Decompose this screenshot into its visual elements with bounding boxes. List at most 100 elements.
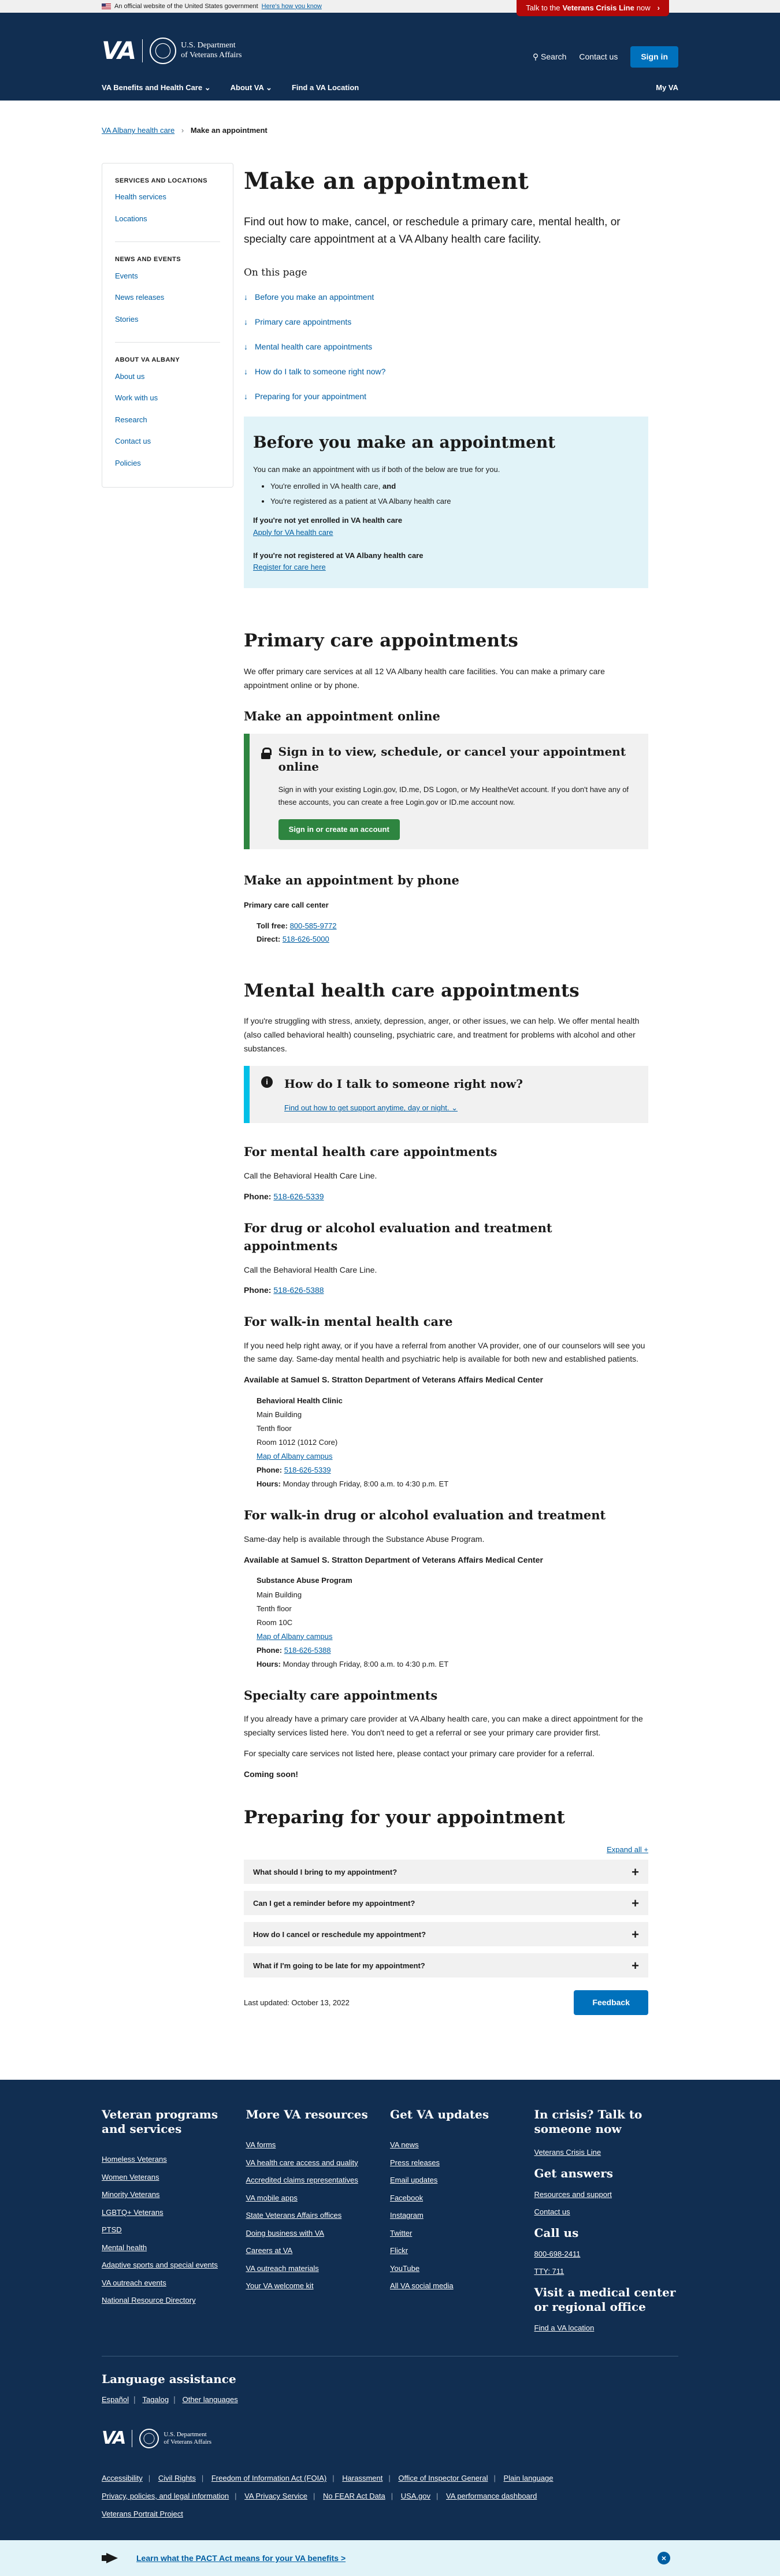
sidebar-item-policies[interactable]: Policies xyxy=(115,458,220,469)
accordion-item[interactable]: What should I bring to my appointment? + xyxy=(244,1860,648,1884)
register-care-link[interactable]: Register for care here xyxy=(253,563,326,571)
accordion-item[interactable]: Can I get a reminder before my appointme… xyxy=(244,1891,648,1916)
footer-link[interactable]: Instagram xyxy=(390,2210,534,2221)
jump-link[interactable]: ↓ Before you make an appointment xyxy=(244,291,648,303)
campus-map-link[interactable]: Map of Albany campus xyxy=(257,1632,333,1641)
search-button[interactable]: ⚲ Search xyxy=(533,51,567,63)
footer-link[interactable]: Your VA welcome kit xyxy=(246,2280,391,2292)
crisis-line-tab[interactable]: Talk to the Veterans Crisis Line now › xyxy=(517,0,669,16)
footer-link[interactable]: Email updates xyxy=(390,2174,534,2186)
drug-phone-link[interactable]: 518-626-5388 xyxy=(273,1285,324,1295)
footer-bottom-link[interactable]: Plain language xyxy=(504,2474,554,2482)
language-link[interactable]: Other languages xyxy=(183,2395,238,2404)
footer-link[interactable]: Mental health xyxy=(102,2242,246,2254)
footer-link[interactable]: LGBTQ+ Veterans xyxy=(102,2207,246,2218)
footer-link[interactable]: Resources and support xyxy=(534,2189,679,2200)
pact-act-link[interactable]: Learn what the PACT Act means for your V… xyxy=(136,2552,346,2564)
footer-link[interactable]: VA outreach events xyxy=(102,2277,246,2289)
footer-phone-link[interactable]: 800-698-2411 xyxy=(534,2248,679,2260)
footer-link[interactable]: Contact us xyxy=(534,2206,679,2218)
sign-in-button[interactable]: Sign in xyxy=(630,46,678,68)
jump-link[interactable]: ↓ Primary care appointments xyxy=(244,316,648,328)
footer-link[interactable]: PTSD xyxy=(102,2224,246,2236)
footer-bottom-link[interactable]: No FEAR Act Data xyxy=(323,2492,385,2500)
jump-link[interactable]: ↓ How do I talk to someone right now? xyxy=(244,366,648,378)
footer-link[interactable]: Minority Veterans xyxy=(102,2189,246,2200)
sidebar-item-about-us[interactable]: About us xyxy=(115,371,220,382)
footer-bottom-link[interactable]: Civil Rights xyxy=(158,2474,196,2482)
footer-crisis-link[interactable]: Veterans Crisis Line xyxy=(534,2147,679,2158)
nav-benefits-health-care[interactable]: VA Benefits and Health Care ⌄ xyxy=(102,82,211,94)
sidebar-item-events[interactable]: Events xyxy=(115,270,220,282)
footer-bottom-link[interactable]: VA performance dashboard xyxy=(446,2492,537,2500)
footer-link[interactable]: Homeless Veterans xyxy=(102,2154,246,2165)
toll-free-phone-link[interactable]: 800-585-9772 xyxy=(290,921,337,930)
va-logo[interactable]: VA U.S. Department of Veterans Affairs xyxy=(102,32,242,69)
footer-link[interactable]: Press releases xyxy=(390,2157,534,2169)
program-phone-link[interactable]: 518-626-5388 xyxy=(284,1646,331,1655)
sidebar-item-contact-us[interactable]: Contact us xyxy=(115,436,220,447)
footer-link[interactable]: VA mobile apps xyxy=(246,2192,391,2204)
footer-link[interactable]: All VA social media xyxy=(390,2280,534,2292)
footer-bottom-link[interactable]: Accessibility xyxy=(102,2474,143,2482)
footer-bottom-link[interactable]: Freedom of Information Act (FOIA) xyxy=(211,2474,326,2482)
footer-link[interactable]: Flickr xyxy=(390,2245,534,2257)
feedback-button[interactable]: Feedback xyxy=(574,1990,648,2016)
sidebar-item-news-releases[interactable]: News releases xyxy=(115,292,220,303)
footer-link[interactable]: VA forms xyxy=(246,2139,391,2151)
footer-link[interactable]: Women Veterans xyxy=(102,2172,246,2183)
footer-bottom-link[interactable]: VA Privacy Service xyxy=(244,2492,307,2500)
footer-link[interactable]: Doing business with VA xyxy=(246,2228,391,2239)
footer-link[interactable]: Facebook xyxy=(390,2192,534,2204)
sidebar-item-stories[interactable]: Stories xyxy=(115,314,220,325)
clinic-phone-link[interactable]: 518-626-5339 xyxy=(284,1466,331,1474)
footer-bottom-link[interactable]: Office of Inspector General xyxy=(398,2474,488,2482)
how-you-know-link[interactable]: Here's how you know xyxy=(262,2,322,12)
footer-bottom-link[interactable]: Privacy, policies, and legal information xyxy=(102,2492,229,2500)
footer-va-logo[interactable]: VA U.S. Department of Veterans Affairs xyxy=(102,2425,678,2451)
footer-link[interactable]: Find a VA location xyxy=(534,2322,679,2334)
footer-link[interactable]: VA outreach materials xyxy=(246,2263,391,2274)
bullet-text: You're enrolled in VA health care, xyxy=(270,482,381,491)
sign-in-create-account-button[interactable]: Sign in or create an account xyxy=(278,819,400,840)
footer-link[interactable]: Adaptive sports and special events xyxy=(102,2259,246,2271)
campus-map-link[interactable]: Map of Albany campus xyxy=(257,1452,333,1460)
footer-tty-link[interactable]: TTY: 711 xyxy=(534,2266,679,2277)
jump-link-label: Primary care appointments xyxy=(255,317,352,326)
footer-link[interactable]: Careers at VA xyxy=(246,2245,391,2257)
sidebar-item-health-services[interactable]: Health services xyxy=(115,191,220,203)
breadcrumb-parent[interactable]: VA Albany health care xyxy=(102,126,174,135)
mh-phone-row: Phone: 518-626-5339 xyxy=(244,1190,648,1204)
mh-phone-link[interactable]: 518-626-5339 xyxy=(273,1192,324,1201)
close-icon[interactable]: × xyxy=(658,2552,670,2565)
apply-health-care-link[interactable]: Apply for VA health care xyxy=(253,528,333,537)
expand-all-button[interactable]: Expand all + xyxy=(607,1845,648,1854)
sidebar-item-locations[interactable]: Locations xyxy=(115,213,220,225)
accordion-item[interactable]: What if I'm going to be late for my appo… xyxy=(244,1953,648,1978)
contact-us-link[interactable]: Contact us xyxy=(579,51,618,63)
footer-link[interactable]: Twitter xyxy=(390,2228,534,2239)
sidebar-item-work-with-us[interactable]: Work with us xyxy=(115,392,220,404)
footer-link[interactable]: National Resource Directory xyxy=(102,2295,246,2306)
sidebar-item-research[interactable]: Research xyxy=(115,414,220,426)
language-link[interactable]: Español xyxy=(102,2395,129,2404)
direct-phone-link[interactable]: 518-626-5000 xyxy=(283,935,329,943)
talk-now-link[interactable]: Find out how to get support anytime, day… xyxy=(284,1103,458,1112)
footer-link[interactable]: Accredited claims representatives xyxy=(246,2174,391,2186)
nav-find-location[interactable]: Find a VA Location xyxy=(292,82,359,94)
jump-link[interactable]: ↓ Preparing for your appointment xyxy=(244,391,648,403)
footer-bottom-link[interactable]: USA.gov xyxy=(401,2492,430,2500)
footer-link[interactable]: VA news xyxy=(390,2139,534,2151)
footer-bottom-link[interactable]: Harassment xyxy=(342,2474,382,2482)
nav-about-va[interactable]: About VA ⌄ xyxy=(231,82,272,94)
jump-link[interactable]: ↓ Mental health care appointments xyxy=(244,341,648,353)
footer-link[interactable]: YouTube xyxy=(390,2263,534,2274)
accordion-item[interactable]: How do I cancel or reschedule my appoint… xyxy=(244,1922,648,1947)
sidebar: SERVICES AND LOCATIONS Health services L… xyxy=(102,162,233,488)
footer-link[interactable]: VA health care access and quality xyxy=(246,2157,391,2169)
nav-my-va[interactable]: My VA xyxy=(656,82,678,94)
footer-link[interactable]: State Veterans Affairs offices xyxy=(246,2210,391,2221)
footer-bottom-link[interactable]: Veterans Portrait Project xyxy=(102,2510,183,2518)
address-line: Tenth floor xyxy=(257,1424,292,1433)
language-link[interactable]: Tagalog xyxy=(143,2395,169,2404)
